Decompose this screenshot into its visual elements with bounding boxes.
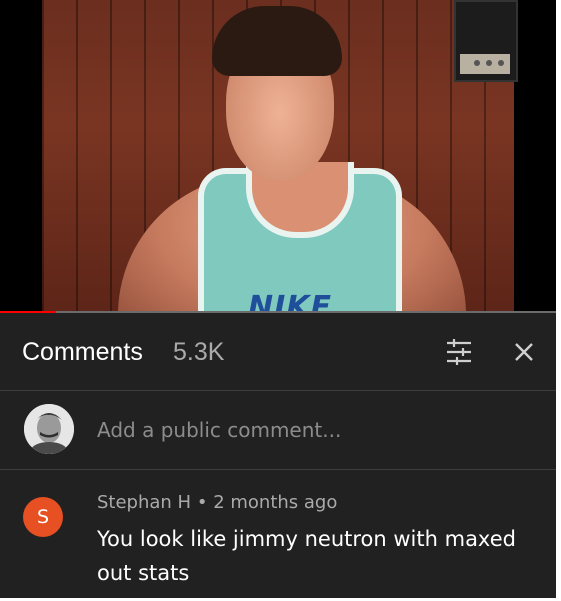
shirt-logo: NIKE	[248, 290, 333, 313]
sort-comments-button[interactable]	[444, 338, 474, 366]
close-comments-button[interactable]	[510, 338, 538, 366]
user-avatar[interactable]	[24, 404, 74, 454]
sort-sliders-icon	[447, 339, 471, 365]
comment-item: S Stephan H • 2 months ago You look like…	[0, 470, 556, 598]
comments-count: 5.3K	[173, 338, 225, 366]
app-frame: NIKE Comments 5.3K Add a public comment.…	[0, 0, 556, 598]
comment-author[interactable]: Stephan H	[97, 492, 191, 513]
commenter-avatar[interactable]: S	[23, 497, 63, 537]
comments-title: Comments	[22, 338, 143, 366]
close-icon	[515, 343, 533, 361]
background-tv	[454, 0, 518, 82]
meta-separator: •	[196, 492, 208, 513]
video-progress-played	[0, 311, 56, 313]
add-comment-input[interactable]	[97, 415, 517, 445]
comments-header: Comments 5.3K	[0, 314, 556, 390]
user-avatar-image	[24, 404, 74, 454]
comment-text: You look like jimmy neutron with maxed o…	[97, 527, 516, 585]
video-player[interactable]: NIKE	[0, 0, 556, 313]
comment-meta: Stephan H • 2 months ago	[97, 492, 337, 513]
comment-time: 2 months ago	[213, 492, 338, 513]
add-comment-row	[0, 391, 556, 469]
video-progress-bar[interactable]	[0, 311, 556, 313]
